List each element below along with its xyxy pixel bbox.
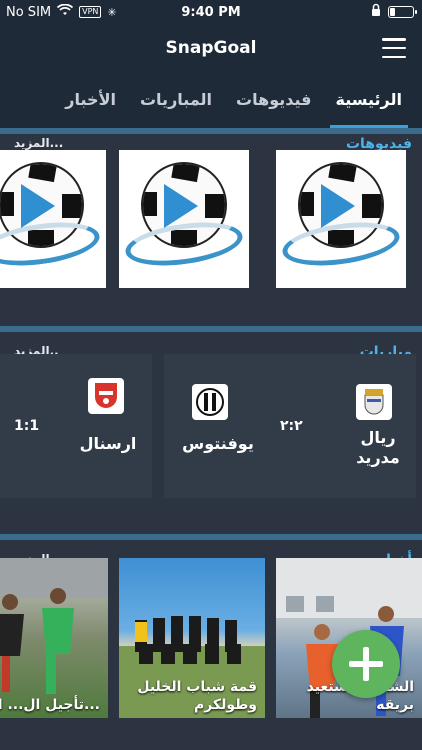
section-divider [0,326,422,332]
news-caption: تأجيل ال... الس... [0,697,100,713]
play-icon [21,184,55,228]
away-team-name: يوفنتوس [182,434,254,453]
orientation-lock-icon [370,3,382,21]
status-right [370,3,417,21]
status-bar: No SIM VPN ✳ 9:40 PM [0,0,422,24]
news-card[interactable]: تأجيل ال... الس... [0,558,108,718]
tab-bar: الرئيسية فيديوهات المباريات الأخبار [0,72,422,128]
match-card[interactable]: ارسنال 1:1 [0,354,152,498]
tab-news[interactable]: الأخبار [53,72,128,128]
match-score: 1:1 [14,418,40,434]
video-thumbnail[interactable] [0,150,106,288]
battery-icon [388,6,417,18]
status-time: 9:40 PM [181,4,241,20]
section-divider [0,534,422,540]
news-card[interactable]: قمة شباب الخليل وطولكرم [119,558,265,718]
match-card[interactable]: ريال مدريد يوفنتوس ٢:٢ [164,354,416,498]
battery-level [390,8,395,16]
tab-matches[interactable]: المباريات [128,72,224,128]
app-title: SnapGoal [165,38,257,58]
news-photo [0,558,108,718]
match-score: ٢:٢ [280,418,303,434]
play-icon [164,184,198,228]
play-icon [321,184,355,228]
team-logo-arsenal-icon [88,378,124,414]
app-screen: No SIM VPN ✳ 9:40 PM SnapGoal الرئيسية ف… [0,0,422,750]
team-logo-juventus-icon [192,384,228,420]
news-caption: قمة شباب الخليل وطولكرم [137,679,257,713]
add-button[interactable] [332,630,400,698]
team-logo-real-madrid-icon [356,384,392,420]
video-thumbnail[interactable] [119,150,249,288]
app-header: SnapGoal [0,24,422,72]
tab-home[interactable]: الرئيسية [324,72,415,128]
section-divider [0,128,422,134]
tab-videos[interactable]: فيديوهات [224,72,323,128]
videos-more-link[interactable]: المزيد... [14,136,63,150]
video-thumbnail[interactable] [276,150,406,288]
home-team-name: ريال مدريد [356,428,400,467]
hamburger-menu-icon[interactable] [382,38,406,58]
home-team-name: ارسنال [79,434,137,453]
